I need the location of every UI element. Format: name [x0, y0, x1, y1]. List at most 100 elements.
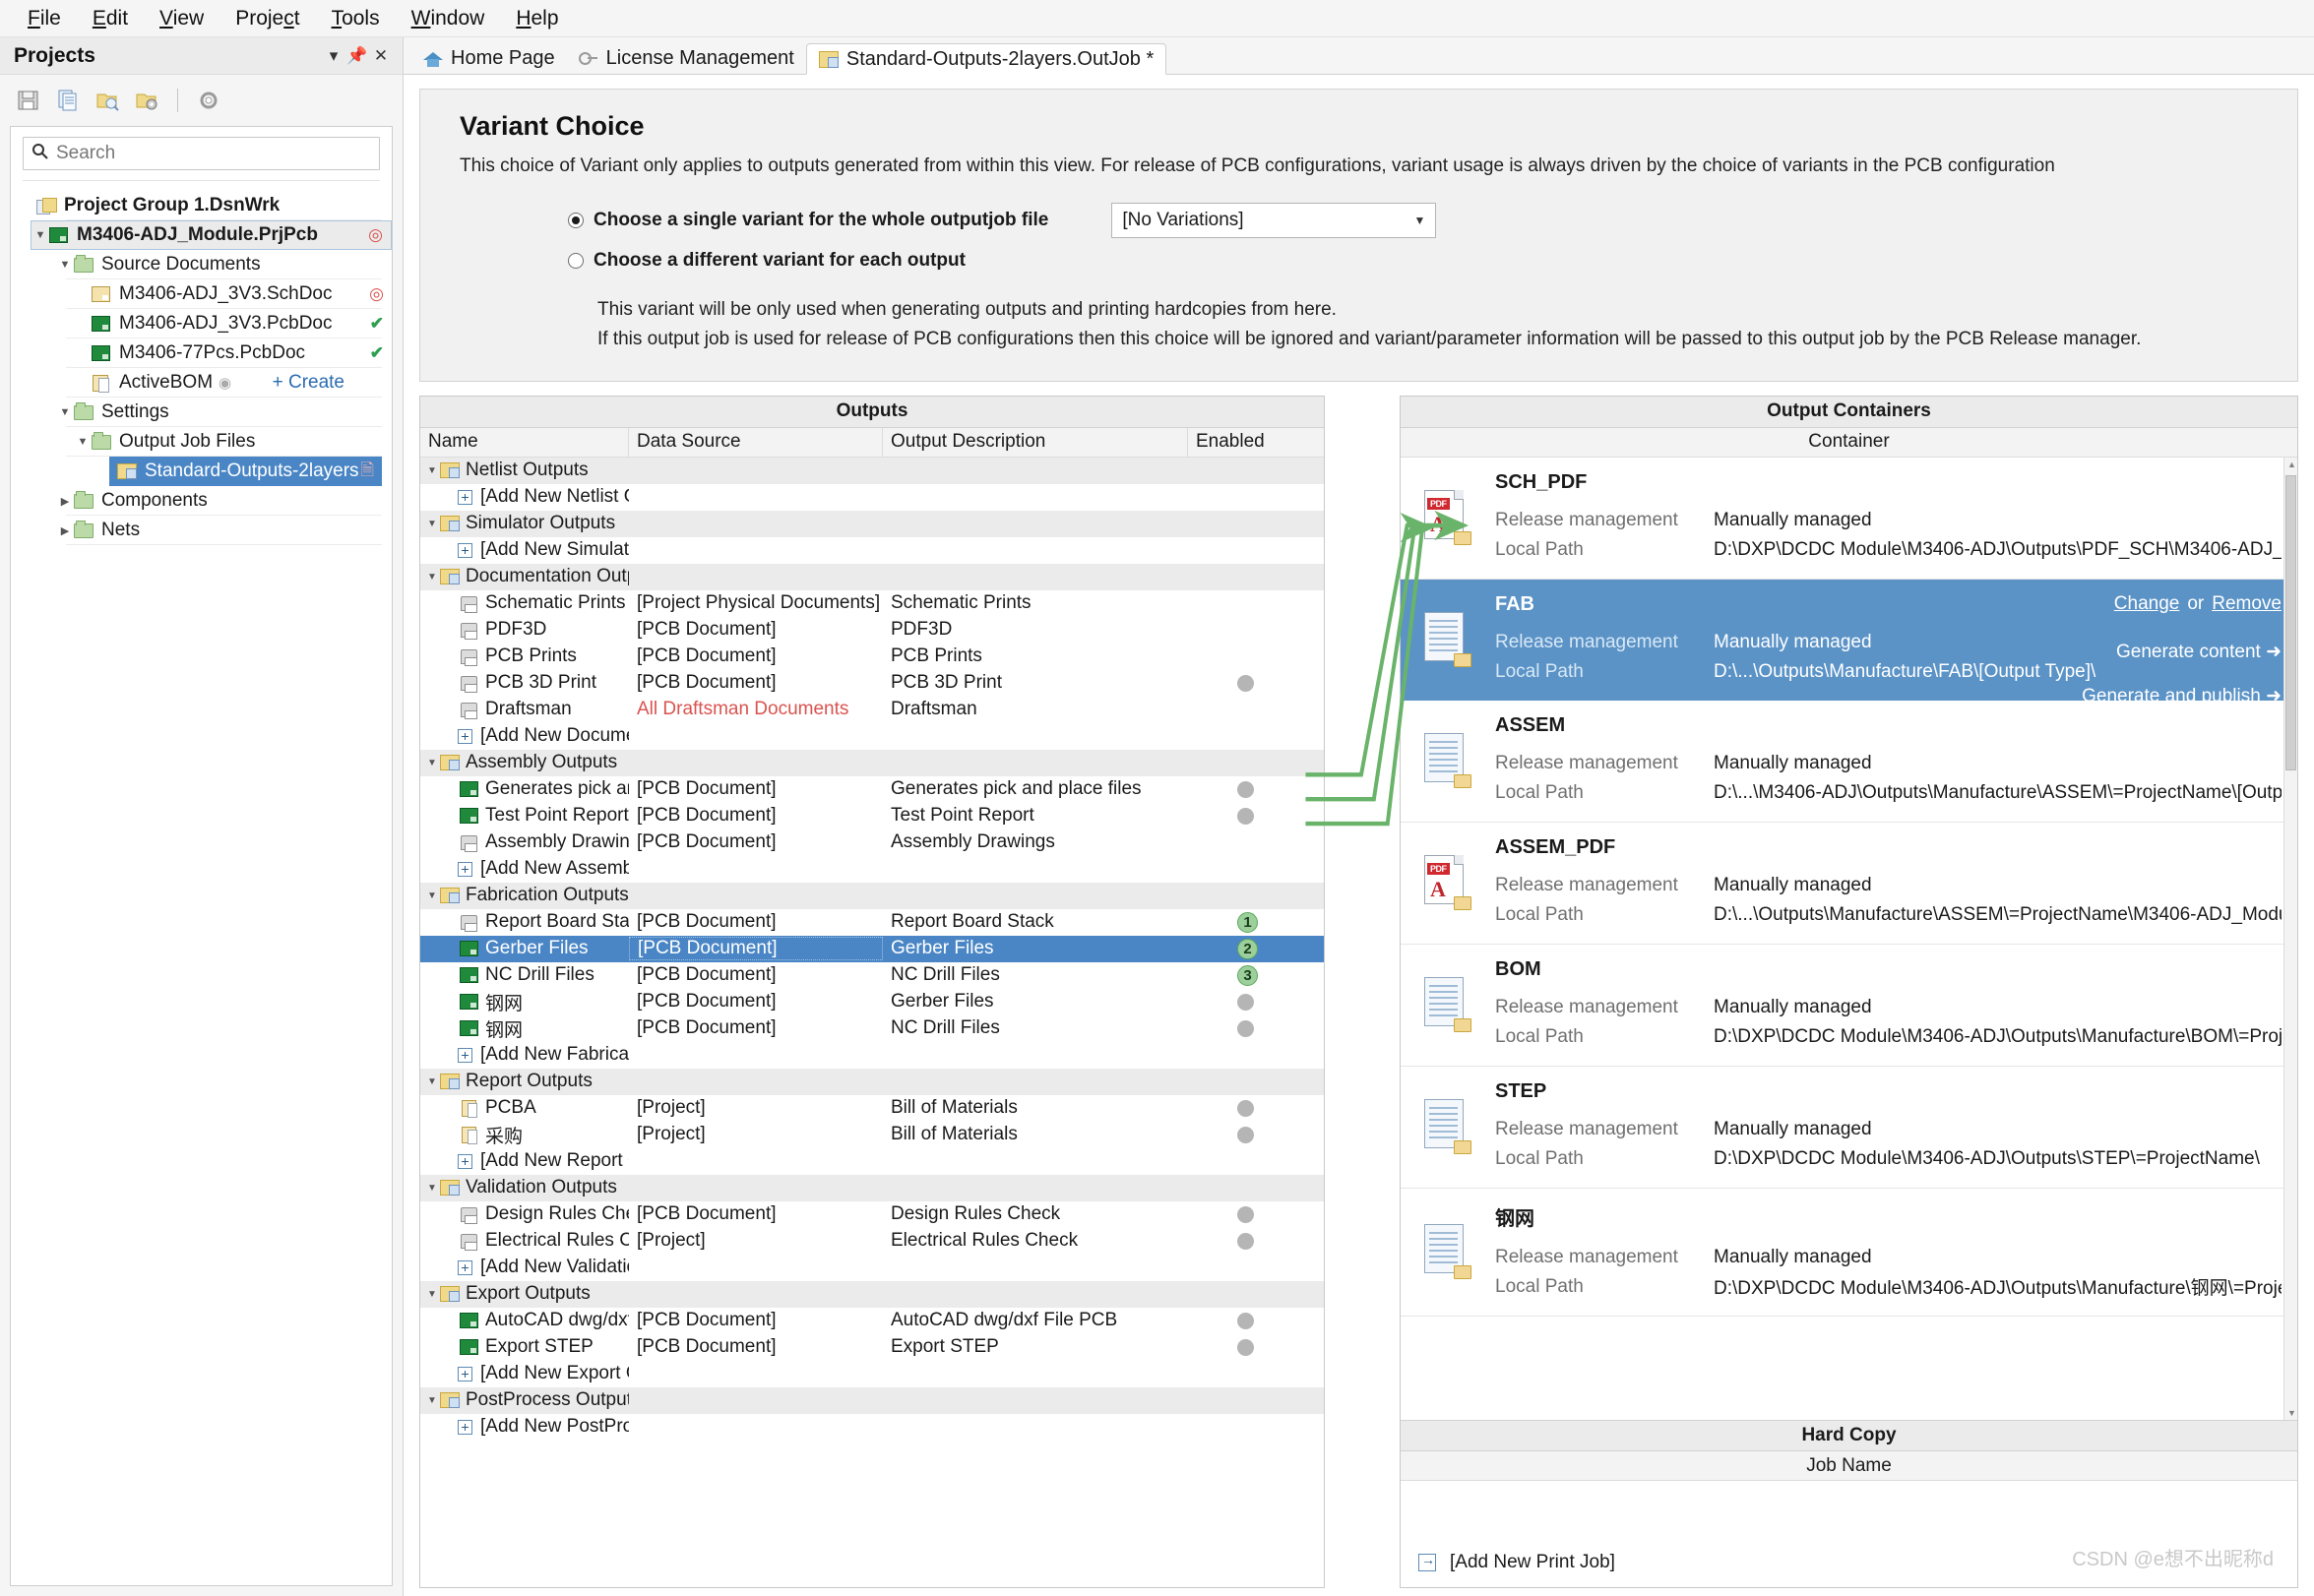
output-data-source[interactable]: [PCB Document]	[629, 672, 883, 694]
outputs-group-row[interactable]: ▼Validation Outputs	[420, 1175, 1324, 1201]
output-enabled-cell[interactable]	[1188, 1127, 1324, 1143]
output-data-source[interactable]: [PCB Document]	[629, 831, 883, 853]
outputs-group-row[interactable]: ▼PostProcess Outputs	[420, 1387, 1324, 1414]
tree-twisty[interactable]: ▼	[56, 259, 74, 271]
outputs-item-row[interactable]: 采购[Project]Bill of Materials	[420, 1122, 1324, 1148]
search-input[interactable]	[48, 142, 371, 165]
tree-twisty[interactable]: ▶	[56, 495, 74, 508]
enabled-indicator-numbered[interactable]: 1	[1237, 912, 1258, 933]
menu-edit[interactable]: Edit	[77, 5, 144, 32]
search-box[interactable]	[23, 137, 380, 170]
outputs-item-row[interactable]: PDF3D[PCB Document]PDF3D	[420, 617, 1324, 644]
output-container-card[interactable]: 钢网Release managementManually managedLoca…	[1401, 1189, 2297, 1317]
outputs-add-row[interactable]: [Add New Documen	[420, 723, 1324, 750]
tree-twisty[interactable]: ▼	[74, 436, 92, 448]
output-enabled-cell[interactable]	[1188, 675, 1324, 692]
output-enabled-cell[interactable]	[1188, 1206, 1324, 1223]
outputs-group-row[interactable]: ▼Report Outputs	[420, 1069, 1324, 1095]
outputs-item-row[interactable]: NC Drill Files[PCB Document]NC Drill Fil…	[420, 962, 1324, 989]
output-data-source[interactable]: All Draftsman Documents	[629, 699, 883, 720]
scroll-thumb[interactable]	[2285, 475, 2296, 770]
local-path-value[interactable]: D:\...\M3406-ADJ\Outputs\Manufacture\ASS…	[1714, 782, 2282, 804]
tab-home-page[interactable]: Home Page	[411, 42, 567, 74]
output-data-source[interactable]: [Project Physical Documents]	[629, 592, 883, 614]
output-data-source[interactable]: [Project]	[629, 1124, 883, 1145]
group-twisty[interactable]: ▼	[424, 890, 440, 901]
menu-window[interactable]: Window	[396, 5, 501, 32]
documents-icon[interactable]	[55, 88, 81, 113]
tree-twisty[interactable]: ▼	[31, 229, 49, 241]
tree-item-settings[interactable]: ▼ Settings	[11, 398, 392, 427]
add-new-print-job[interactable]: [Add New Print Job]	[1418, 1552, 1615, 1573]
local-path-value[interactable]: D:\DXP\DCDC Module\M3406-ADJ\Outputs\Man…	[1714, 1273, 2282, 1300]
col-header-enabled[interactable]: Enabled	[1188, 428, 1324, 457]
add-plus-icon[interactable]	[458, 1048, 472, 1063]
output-enabled-cell[interactable]	[1188, 994, 1324, 1011]
folder-settings-icon[interactable]	[134, 88, 159, 113]
remove-link[interactable]: Remove	[2212, 593, 2282, 614]
output-enabled-cell[interactable]: 1	[1188, 912, 1324, 933]
add-plus-icon[interactable]	[458, 1367, 472, 1381]
group-twisty[interactable]: ▼	[424, 465, 440, 476]
outputs-group-row[interactable]: ▼Simulator Outputs	[420, 511, 1324, 537]
outputs-item-row[interactable]: Report Board Stack[PCB Document]Report B…	[420, 909, 1324, 936]
enabled-indicator[interactable]	[1237, 1206, 1254, 1223]
menu-file[interactable]: File	[12, 5, 77, 32]
enabled-indicator-numbered[interactable]: 2	[1237, 939, 1258, 959]
enabled-indicator[interactable]	[1237, 1020, 1254, 1037]
enabled-indicator[interactable]	[1237, 808, 1254, 825]
outputs-item-row[interactable]: Generates pick and[PCB Document]Generate…	[420, 776, 1324, 803]
outputs-item-row[interactable]: DraftsmanAll Draftsman DocumentsDraftsma…	[420, 697, 1324, 723]
enabled-indicator[interactable]	[1237, 781, 1254, 798]
output-enabled-cell[interactable]	[1188, 1339, 1324, 1356]
outputs-add-row[interactable]: [Add New Simulator	[420, 537, 1324, 564]
add-plus-icon[interactable]	[458, 862, 472, 877]
output-data-source[interactable]: [PCB Document]	[629, 619, 883, 641]
enabled-indicator[interactable]	[1237, 1233, 1254, 1250]
output-container-card[interactable]: BOMRelease managementManually managedLoc…	[1401, 945, 2297, 1067]
scroll-down-arrow-icon[interactable]: ▼	[2287, 1408, 2296, 1418]
enabled-indicator-numbered[interactable]: 3	[1237, 965, 1258, 986]
tree-item-components[interactable]: ▶ Components	[11, 486, 392, 516]
output-container-card[interactable]: FABRelease managementManually managedLoc…	[1401, 580, 2297, 701]
group-twisty[interactable]: ▼	[424, 1076, 440, 1087]
add-plus-icon[interactable]	[458, 1154, 472, 1169]
output-data-source[interactable]: [PCB Document]	[629, 1203, 883, 1225]
enabled-indicator[interactable]	[1237, 994, 1254, 1011]
gear-icon[interactable]	[196, 88, 221, 113]
group-twisty[interactable]: ▼	[424, 1183, 440, 1194]
enabled-indicator[interactable]	[1237, 1313, 1254, 1329]
tab-license-management[interactable]: License Management	[567, 42, 806, 74]
variant-select[interactable]: [No Variations] ▼	[1111, 203, 1436, 238]
output-data-source[interactable]: [Project]	[629, 1097, 883, 1119]
tree-item-output-job-files[interactable]: ▼ Output Job Files	[11, 427, 392, 457]
output-enabled-cell[interactable]: 3	[1188, 965, 1324, 986]
output-container-card[interactable]: PDFAASSEM_PDFRelease managementManually …	[1401, 823, 2297, 945]
tree-item-pcb-project[interactable]: ▼ M3406-ADJ_Module.PrjPcb ◎	[31, 220, 392, 250]
outputs-group-row[interactable]: ▼Netlist Outputs	[420, 458, 1324, 484]
output-data-source[interactable]: [PCB Document]	[629, 991, 883, 1013]
tree-twisty[interactable]: ▶	[56, 524, 74, 537]
outputs-item-row[interactable]: Assembly Drawings[PCB Document]Assembly …	[420, 829, 1324, 856]
outputs-item-row[interactable]: PCB Prints[PCB Document]PCB Prints	[420, 644, 1324, 670]
menu-tools[interactable]: Tools	[316, 5, 396, 32]
output-container-card[interactable]: ASSEMRelease managementManually managedL…	[1401, 701, 2297, 823]
tab-outjob[interactable]: Standard-Outputs-2layers.OutJob *	[806, 43, 1166, 75]
add-plus-icon[interactable]	[458, 1260, 472, 1275]
enabled-indicator[interactable]	[1237, 1100, 1254, 1117]
outputs-item-row[interactable]: Design Rules Check[PCB Document]Design R…	[420, 1201, 1324, 1228]
local-path-value[interactable]: D:\DXP\DCDC Module\M3406-ADJ\Outputs\Man…	[1714, 1026, 2282, 1048]
enabled-indicator[interactable]	[1237, 675, 1254, 692]
group-twisty[interactable]: ▼	[424, 1289, 440, 1300]
outputs-add-row[interactable]: [Add New Fabricatio	[420, 1042, 1324, 1069]
group-twisty[interactable]: ▼	[424, 758, 440, 768]
outputs-item-row[interactable]: Test Point Report[PCB Document]Test Poin…	[420, 803, 1324, 829]
panel-pin-icon[interactable]: 📌	[345, 46, 369, 66]
output-enabled-cell[interactable]	[1188, 1233, 1324, 1250]
add-plus-icon[interactable]	[458, 543, 472, 558]
outputs-group-row[interactable]: ▼Export Outputs	[420, 1281, 1324, 1308]
tree-item-pcbdoc-77pcs[interactable]: M3406-77Pcs.PcbDoc ✔	[11, 338, 392, 368]
tree-item-pcbdoc-3v3[interactable]: M3406-ADJ_3V3.PcbDoc ✔	[11, 309, 392, 338]
outputs-item-row[interactable]: AutoCAD dwg/dxf F[PCB Document]AutoCAD d…	[420, 1308, 1324, 1334]
output-enabled-cell[interactable]	[1188, 1313, 1324, 1329]
